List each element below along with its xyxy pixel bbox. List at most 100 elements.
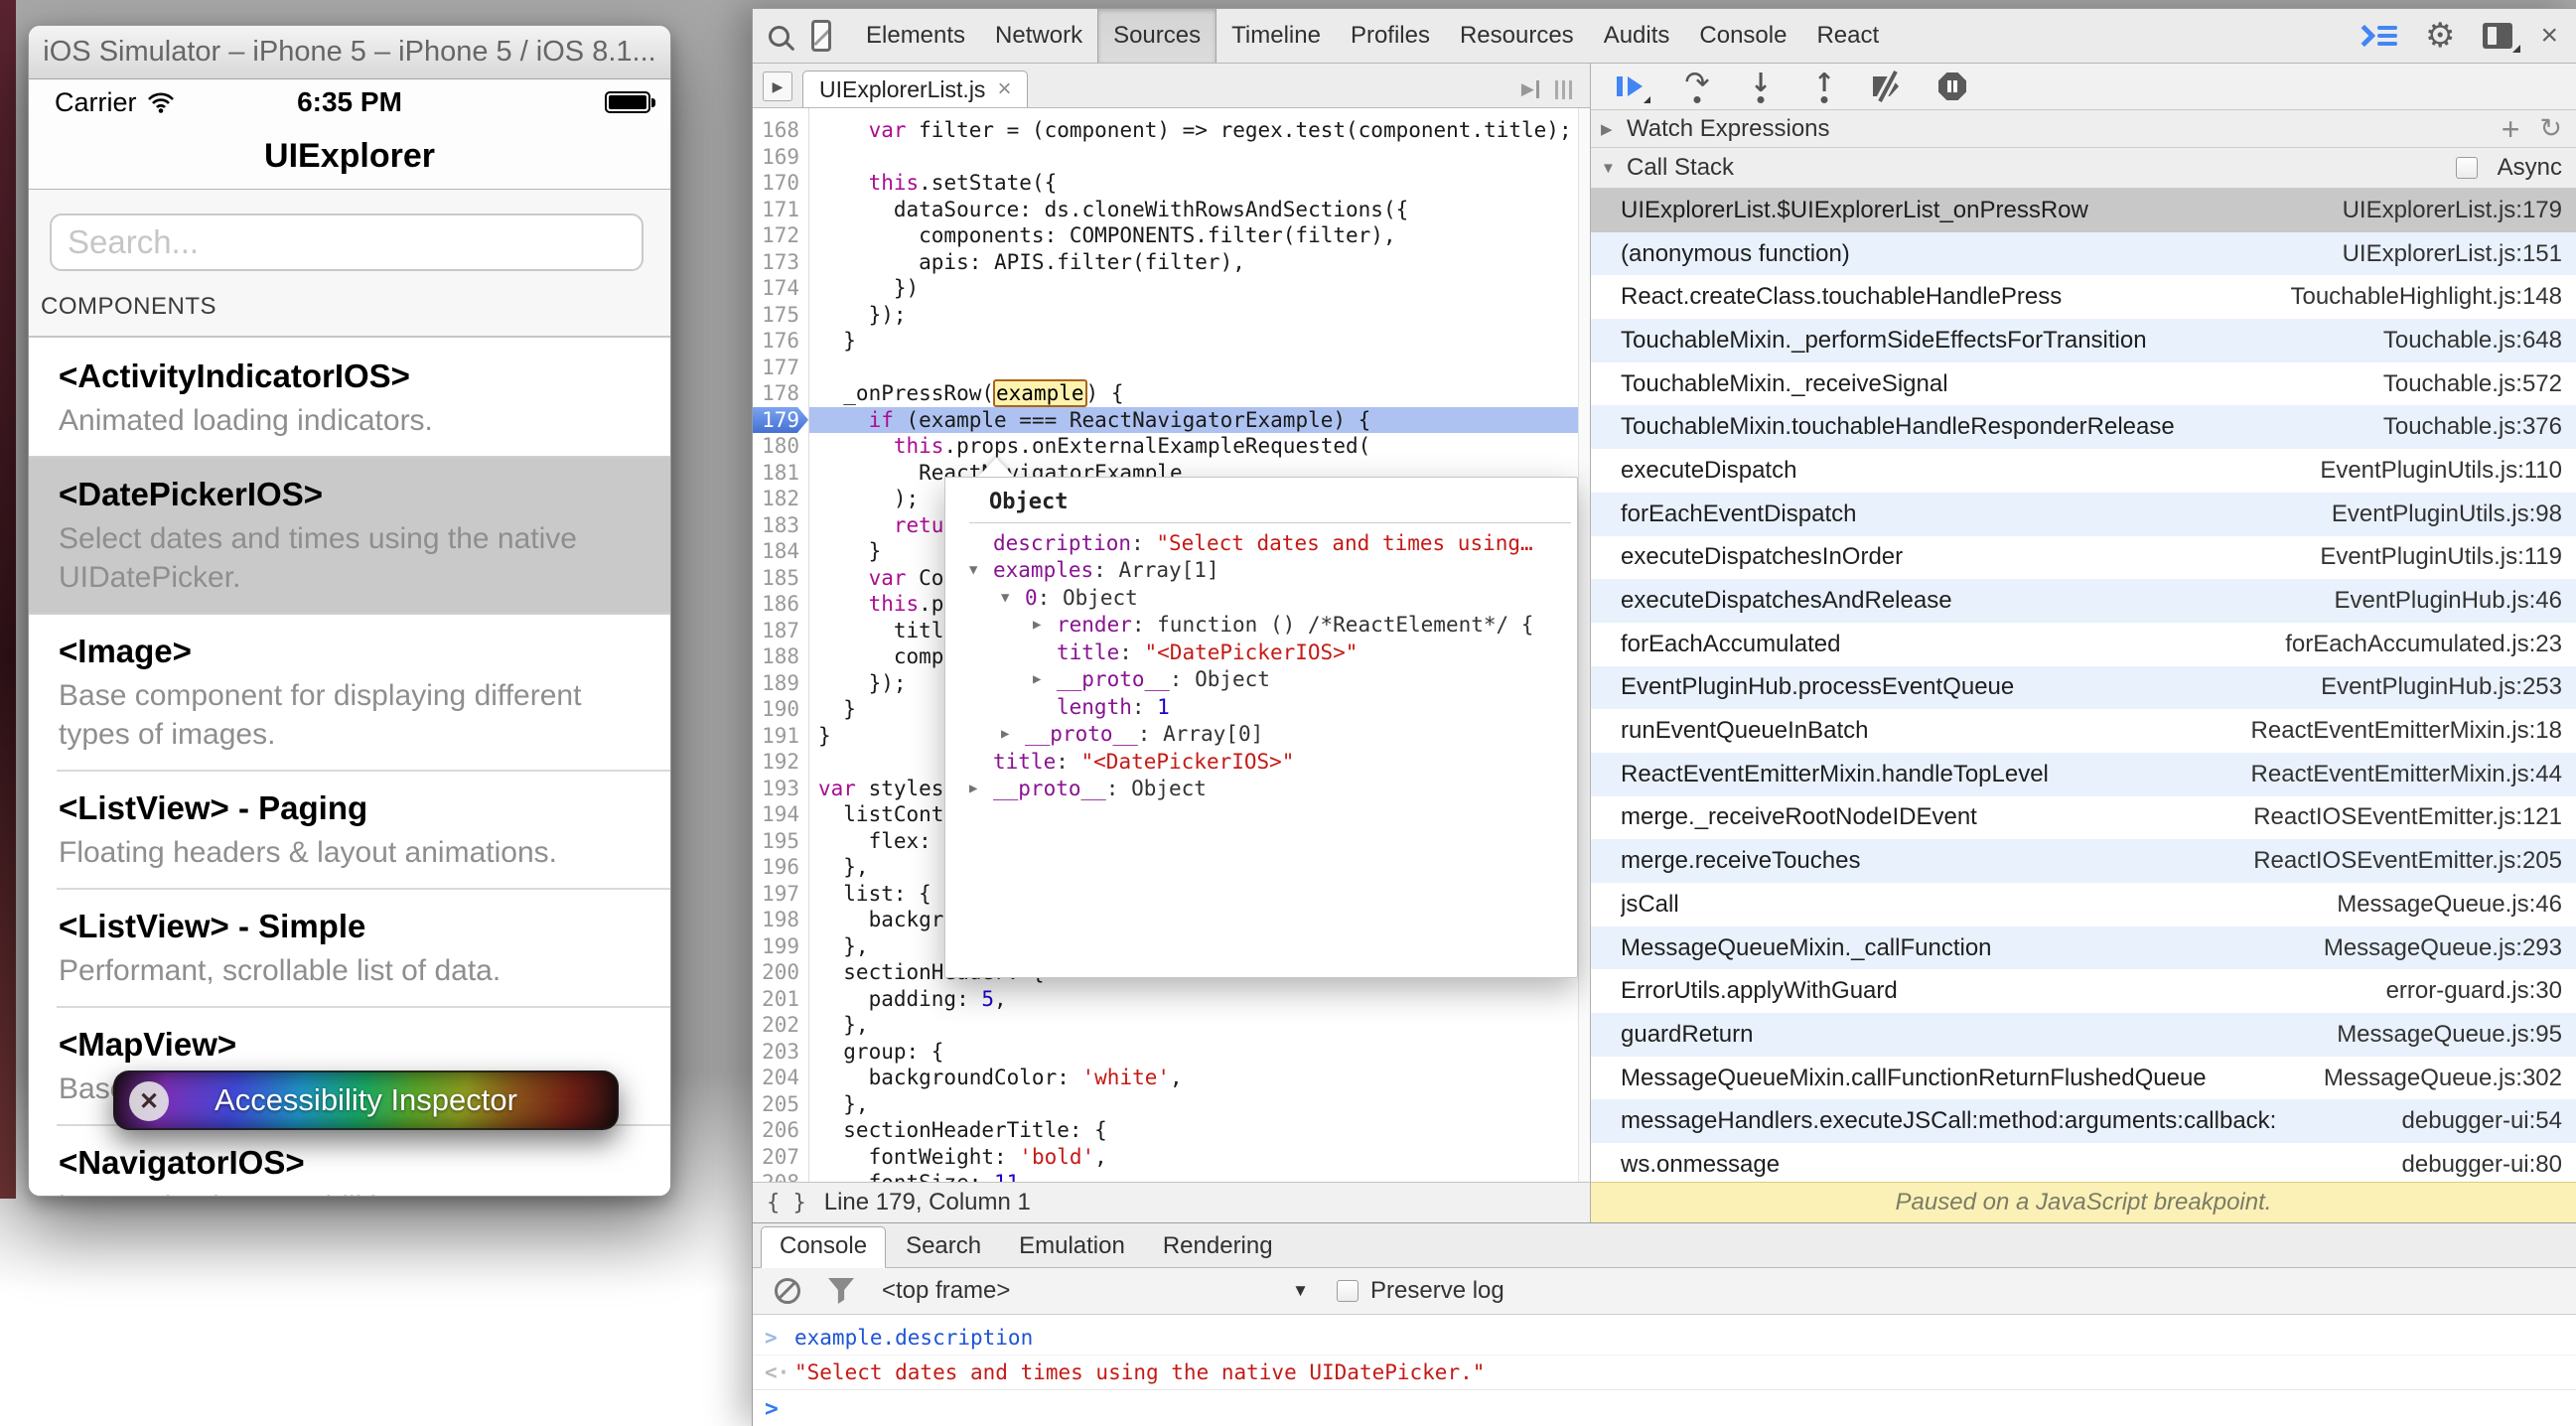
line-number[interactable]: 202 <box>753 1012 808 1039</box>
clear-console-icon[interactable] <box>775 1278 800 1304</box>
resume-script-icon[interactable] <box>1615 73 1650 103</box>
filter-icon[interactable] <box>828 1278 854 1304</box>
line-number[interactable]: 172 <box>753 222 808 249</box>
pause-on-exceptions-icon[interactable] <box>1938 72 1966 100</box>
code-line[interactable]: 202 }, <box>753 1012 1590 1039</box>
line-number[interactable]: 173 <box>753 249 808 276</box>
code-line[interactable]: 174 }) <box>753 275 1590 302</box>
accessibility-inspector-overlay[interactable]: ✕ Accessibility Inspector <box>113 1070 619 1130</box>
callstack-frame[interactable]: TouchableMixin._receiveSignal Touchable.j… <box>1591 362 2576 406</box>
code-line[interactable]: 180 this.props.onExternalExampleRequeste… <box>753 433 1590 460</box>
line-number[interactable]: 187 <box>753 618 808 644</box>
step-out-icon[interactable]: ↑ <box>1809 71 1839 101</box>
line-number[interactable]: 199 <box>753 933 808 960</box>
line-number[interactable]: 183 <box>753 512 808 539</box>
line-number[interactable]: 191 <box>753 723 808 750</box>
code-line[interactable]: 206 sectionHeaderTitle: { <box>753 1117 1590 1144</box>
line-number[interactable]: 181 <box>753 460 808 487</box>
line-number[interactable]: 174 <box>753 275 808 302</box>
execution-context-selector[interactable]: <top frame> ▼ <box>882 1277 1309 1305</box>
code-line[interactable]: 170 this.setState({ <box>753 170 1590 197</box>
line-number[interactable]: 180 <box>753 433 808 460</box>
step-over-icon[interactable]: ↷ <box>1682 69 1712 101</box>
console-tab-console[interactable]: Console <box>761 1226 887 1268</box>
line-number[interactable]: 175 <box>753 302 808 329</box>
settings-gear-icon[interactable]: ⚙ <box>2425 19 2455 53</box>
simulator-titlebar[interactable]: iOS Simulator – iPhone 5 – iPhone 5 / iO… <box>29 26 670 79</box>
object-property[interactable]: ▶ render: function () /*ReactElement*/ { <box>945 612 1577 640</box>
line-number[interactable]: 204 <box>753 1065 808 1091</box>
next-editor-icon[interactable]: ▶ <box>1521 79 1539 99</box>
line-number[interactable]: 203 <box>753 1039 808 1066</box>
collapsed-arrow-icon[interactable]: ▶ <box>1001 726 1025 742</box>
line-number[interactable]: 168 <box>753 117 808 144</box>
code-line[interactable]: 208 fontSize: 11, <box>753 1170 1590 1182</box>
callstack-frame[interactable]: UIExplorerList.$UIExplorerList_onPressRo… <box>1591 189 2576 232</box>
console-prompt[interactable]: > <box>753 1390 2576 1426</box>
collapsed-arrow-icon[interactable]: ▶ <box>969 781 993 796</box>
object-property[interactable]: ▶ __proto__: Object <box>945 666 1577 694</box>
line-number[interactable]: 197 <box>753 881 808 908</box>
line-number[interactable]: 206 <box>753 1117 808 1144</box>
code-line[interactable]: 207 fontWeight: 'bold', <box>753 1144 1590 1171</box>
object-property[interactable]: ▶ __proto__: Object <box>945 776 1577 803</box>
code-line[interactable]: 178 _onPressRow(example) { <box>753 379 1590 407</box>
code-line[interactable]: 177 <box>753 355 1590 381</box>
callstack-frame[interactable]: TouchableMixin.touchableHandleResponderR… <box>1591 405 2576 450</box>
line-number[interactable]: 186 <box>753 591 808 618</box>
callstack-frame[interactable]: jsCall MessageQueue.js:46 <box>1591 883 2576 927</box>
code-line[interactable]: 175 }); <box>753 302 1590 329</box>
preserve-log-toggle[interactable]: Preserve log <box>1337 1277 1504 1305</box>
call-stack-header[interactable]: ▼ Call Stack Async <box>1591 148 2576 189</box>
expanded-arrow-icon[interactable]: ▼ <box>1001 590 1025 606</box>
tab-profiles[interactable]: Profiles <box>1336 9 1445 63</box>
search-icon[interactable] <box>769 25 789 47</box>
code-line[interactable]: 176 } <box>753 328 1590 355</box>
step-into-icon[interactable]: ↓ <box>1746 71 1776 101</box>
line-number[interactable]: 169 <box>753 144 808 171</box>
callstack-frame[interactable]: runEventQueueInBatch ReactEventEmitterMix… <box>1591 709 2576 753</box>
pretty-print-icon[interactable]: { } <box>767 1191 806 1215</box>
object-property[interactable]: title: "<DatePickerIOS>" <box>945 748 1577 776</box>
code-line[interactable]: 173 apis: APIS.filter(filter), <box>753 249 1590 276</box>
callstack-frame[interactable]: messageHandlers.executeJSCall:method:arg… <box>1591 1099 2576 1144</box>
component-list-item[interactable]: <ListView> - Paging Floating headers & la… <box>29 770 670 888</box>
tab-audits[interactable]: Audits <box>1589 9 1685 63</box>
callstack-frame[interactable]: executeDispatchesInOrder EventPluginUtils… <box>1591 536 2576 580</box>
callstack-frame[interactable]: React.createClass.touchableHandlePress To… <box>1591 275 2576 319</box>
line-number[interactable]: 200 <box>753 959 808 986</box>
callstack-frame[interactable]: forEachEventDispatch EventPluginUtils.js:… <box>1591 492 2576 536</box>
line-number[interactable]: 188 <box>753 643 808 670</box>
tab-react[interactable]: React <box>1801 9 1894 63</box>
component-list-item[interactable]: <DatePickerIOS> Select dates and times us… <box>29 456 670 613</box>
object-property[interactable]: description: "Select dates and times usi… <box>945 529 1577 557</box>
show-navigator-icon[interactable]: ▶ <box>763 71 792 101</box>
component-list-item[interactable]: <Image> Base component for displaying dif… <box>29 613 670 770</box>
code-line[interactable]: 172 components: COMPONENTS.filter(filter… <box>753 222 1590 249</box>
object-property[interactable]: length: 1 <box>945 693 1577 721</box>
tab-resources[interactable]: Resources <box>1445 9 1589 63</box>
code-line[interactable]: 169 <box>753 144 1590 171</box>
executing-line-number[interactable]: 179 <box>753 406 808 433</box>
editor-scrollbar[interactable] <box>1578 108 1590 1182</box>
line-number[interactable]: 170 <box>753 170 808 197</box>
code-line[interactable]: 171 dataSource: ds.cloneWithRowsAndSecti… <box>753 197 1590 223</box>
collapsed-arrow-icon[interactable]: ▶ <box>1033 617 1057 633</box>
line-number[interactable]: 171 <box>753 197 808 223</box>
callstack-frame[interactable]: MessageQueueMixin.callFunctionReturnFlus… <box>1591 1057 2576 1100</box>
code-line[interactable]: 203 group: { <box>753 1039 1590 1066</box>
code-line[interactable]: 168 var filter = (component) => regex.te… <box>753 117 1590 144</box>
line-number[interactable]: 196 <box>753 854 808 881</box>
line-number[interactable]: 198 <box>753 907 808 933</box>
line-number[interactable]: 184 <box>753 538 808 565</box>
console-drawer-icon[interactable] <box>2353 24 2397 48</box>
component-list-item[interactable]: <ListView> - Simple Performant, scrollabl… <box>29 888 670 1006</box>
callstack-frame[interactable]: ws.onmessage debugger-ui:80 <box>1591 1143 2576 1182</box>
deactivate-breakpoints-icon[interactable] <box>1873 71 1905 102</box>
line-number[interactable]: 176 <box>753 328 808 355</box>
line-number[interactable]: 201 <box>753 986 808 1013</box>
line-number[interactable]: 192 <box>753 749 808 776</box>
code-line[interactable]: 201 padding: 5, <box>753 986 1590 1013</box>
editor-panes-icon[interactable] <box>1555 79 1572 99</box>
add-watch-icon[interactable]: + <box>2502 113 2520 145</box>
